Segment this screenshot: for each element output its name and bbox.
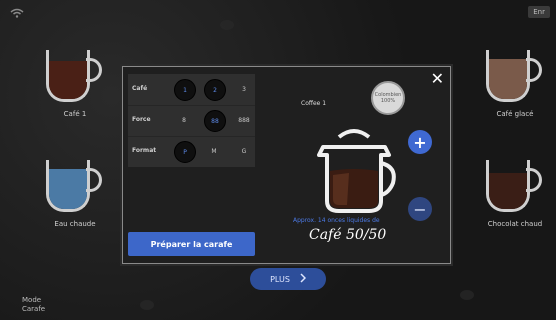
drink-item-chocolat-chaud[interactable]: Chocolat chaud xyxy=(470,160,556,228)
plus-label: PLUS xyxy=(270,274,290,284)
drink-label: Café 1 xyxy=(63,110,87,118)
approx-volume-text: Approx. 14 onces liquides de xyxy=(293,217,380,224)
options-panel: Café 1 2 3 Force 8 88 888 Format P M G xyxy=(128,74,255,167)
option-format-g[interactable]: G xyxy=(234,141,254,161)
option-format-m[interactable]: M xyxy=(204,141,224,161)
option-row-format: Format P M G xyxy=(128,136,255,167)
chevron-right-icon xyxy=(300,273,306,285)
quantity-text: Café 50/50 xyxy=(309,227,387,243)
carafe-icon xyxy=(309,127,399,217)
option-force-high[interactable]: 888 xyxy=(234,110,254,130)
drink-item-eau-chaude[interactable]: Eau chaude xyxy=(30,160,120,228)
mode-carafe-label[interactable]: Mode Carafe xyxy=(22,296,45,314)
drink-item-cafe-glace[interactable]: Café glacé xyxy=(470,50,556,118)
increase-button[interactable]: + xyxy=(408,130,432,154)
option-label: Force xyxy=(132,116,151,123)
option-label: Format xyxy=(132,147,157,154)
option-row-cafe: Café 1 2 3 xyxy=(128,74,255,106)
coffee-bean-decoration xyxy=(220,20,234,30)
plus-icon: + xyxy=(413,132,427,152)
minus-icon: − xyxy=(413,199,427,219)
prepare-carafe-button[interactable]: Préparer la carafe xyxy=(128,232,255,256)
option-cafe-2[interactable]: 2 xyxy=(204,79,226,101)
selection-caption: Coffee 1 xyxy=(301,100,327,107)
drink-label: Eau chaude xyxy=(54,220,96,228)
coffee-bean-decoration xyxy=(460,290,474,300)
option-cafe-1[interactable]: 1 xyxy=(174,79,196,101)
decrease-button[interactable]: − xyxy=(408,197,432,221)
origin-badge: Colombien 100% xyxy=(371,81,405,115)
coffee-bean-decoration xyxy=(140,300,154,310)
drink-label: Café glacé xyxy=(496,110,534,118)
option-cafe-3[interactable]: 3 xyxy=(234,79,254,99)
drink-item-cafe-1[interactable]: Café 1 xyxy=(30,50,120,118)
drink-label: Chocolat chaud xyxy=(487,220,543,228)
plus-button[interactable]: PLUS xyxy=(250,268,326,290)
option-force-low[interactable]: 8 xyxy=(174,110,194,130)
option-format-p[interactable]: P xyxy=(174,141,196,163)
option-label: Café xyxy=(132,85,148,92)
carafe-modal: Café 1 2 3 Force 8 88 888 Format P M G P… xyxy=(122,66,451,264)
option-row-force: Force 8 88 888 xyxy=(128,105,255,137)
wifi-icon xyxy=(10,8,24,21)
option-force-medium[interactable]: 88 xyxy=(204,110,226,132)
close-icon[interactable]: ✕ xyxy=(431,69,444,88)
top-right-button[interactable]: Enr xyxy=(528,6,550,18)
